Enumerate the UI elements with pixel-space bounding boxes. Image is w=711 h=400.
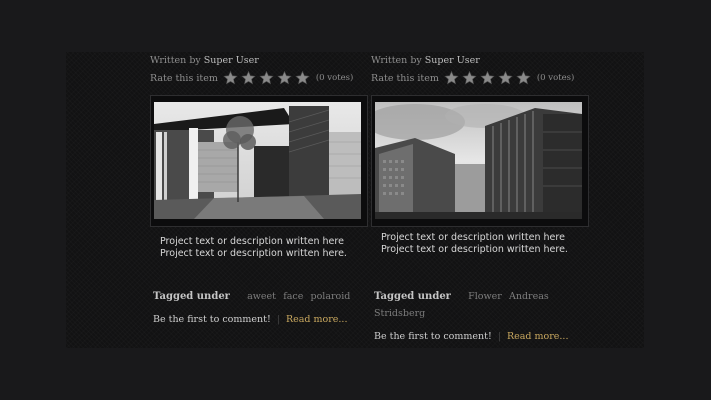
separator: | xyxy=(497,331,501,342)
vote-count: (0 votes) xyxy=(536,73,575,83)
project-description: Project text or description written here… xyxy=(160,236,347,259)
star-icon[interactable] xyxy=(516,70,531,85)
tag-link[interactable]: Flower xyxy=(468,291,502,302)
content-panel: Written by Super User Rate this item (0 … xyxy=(66,52,644,348)
author-name: Super User xyxy=(203,55,259,66)
vote-count: (0 votes) xyxy=(315,73,354,83)
rate-label: Rate this item xyxy=(150,72,218,84)
image-frame xyxy=(371,95,589,227)
rate-label: Rate this item xyxy=(371,72,439,84)
rating-row: Rate this item (0 votes) xyxy=(150,70,354,85)
read-more-link[interactable]: Read more... xyxy=(507,331,569,342)
project-image[interactable] xyxy=(375,102,582,219)
rating-stars xyxy=(444,70,531,85)
star-icon[interactable] xyxy=(462,70,477,85)
tag-link[interactable]: aweet xyxy=(247,291,276,302)
author-line: Written by Super User xyxy=(150,55,259,66)
read-more-link[interactable]: Read more... xyxy=(286,314,348,325)
tagged-under-label: Tagged under xyxy=(153,291,230,302)
star-icon[interactable] xyxy=(498,70,513,85)
comments-row: Be the first to comment! | Read more... xyxy=(374,331,568,342)
rating-row: Rate this item (0 votes) xyxy=(371,70,575,85)
star-icon[interactable] xyxy=(277,70,292,85)
written-prefix: Written by xyxy=(371,55,422,66)
tags-row: Tagged under aweet face polaroid xyxy=(153,288,363,305)
author-line: Written by Super User xyxy=(371,55,480,66)
comment-link[interactable]: Be the first to comment! xyxy=(374,331,492,342)
image-frame xyxy=(150,95,368,227)
star-icon[interactable] xyxy=(223,70,238,85)
written-prefix: Written by xyxy=(150,55,201,66)
comments-row: Be the first to comment! | Read more... xyxy=(153,314,347,325)
comment-link[interactable]: Be the first to comment! xyxy=(153,314,271,325)
separator: | xyxy=(276,314,280,325)
author-name: Super User xyxy=(424,55,480,66)
star-icon[interactable] xyxy=(259,70,274,85)
project-description: Project text or description written here… xyxy=(381,232,568,255)
tags-row: Tagged under Flower Andreas Stridsberg xyxy=(374,288,574,322)
star-icon[interactable] xyxy=(241,70,256,85)
tag-link[interactable]: face xyxy=(283,291,303,302)
tagged-under-label: Tagged under xyxy=(374,291,451,302)
star-icon[interactable] xyxy=(480,70,495,85)
tag-link[interactable]: Andreas xyxy=(509,291,549,302)
star-icon[interactable] xyxy=(295,70,310,85)
tag-link[interactable]: Stridsberg xyxy=(374,308,425,319)
tag-link[interactable]: polaroid xyxy=(311,291,351,302)
project-image[interactable] xyxy=(154,102,361,219)
star-icon[interactable] xyxy=(444,70,459,85)
rating-stars xyxy=(223,70,310,85)
